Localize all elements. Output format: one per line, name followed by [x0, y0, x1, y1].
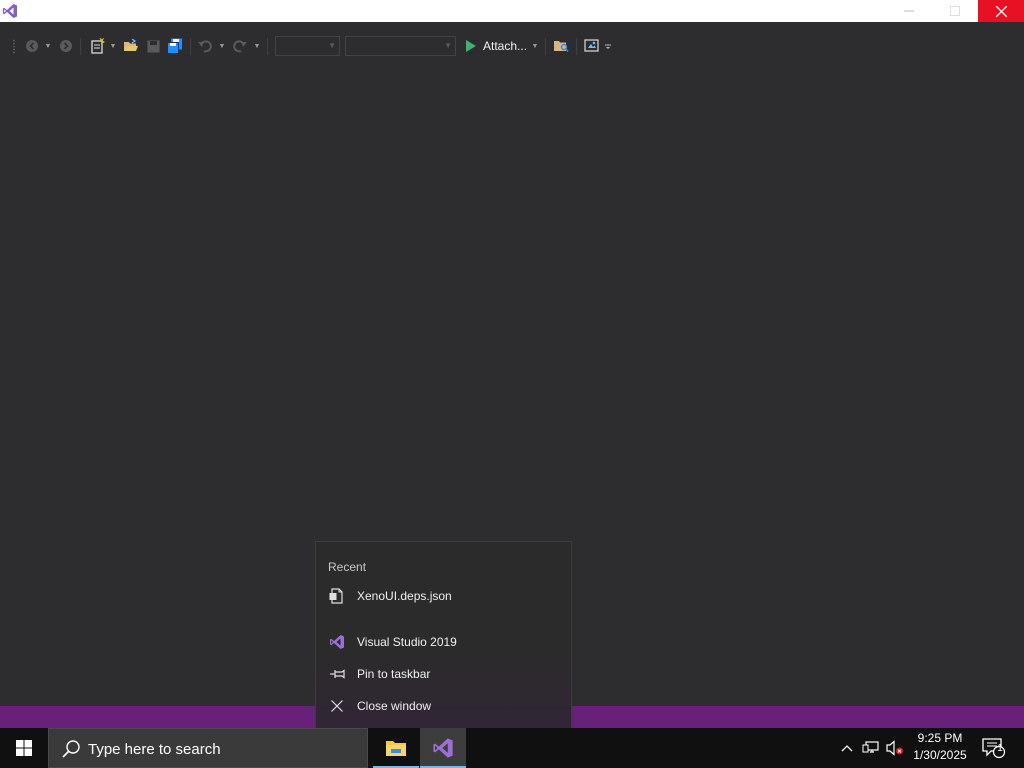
toolbar-overflow-button[interactable]	[603, 34, 613, 58]
close-icon	[995, 5, 1007, 17]
back-icon	[26, 40, 38, 52]
play-icon	[466, 40, 476, 52]
undo-dropdown[interactable]: ▼	[217, 34, 227, 58]
forward-button[interactable]	[57, 34, 75, 58]
chevron-up-icon	[841, 745, 853, 752]
close-button[interactable]	[978, 0, 1024, 22]
toolbar-grip[interactable]	[12, 39, 16, 54]
back-dropdown[interactable]: ▼	[43, 34, 53, 58]
visual-studio-icon	[328, 634, 346, 650]
attach-label[interactable]: Attach...	[483, 39, 527, 53]
new-project-icon	[91, 38, 105, 54]
redo-dropdown[interactable]: ▼	[252, 34, 262, 58]
back-button[interactable]	[23, 34, 41, 58]
task-label: Close window	[357, 699, 432, 713]
show-hidden-icons-button[interactable]	[838, 728, 856, 768]
toolbar-separator	[190, 38, 191, 55]
recent-item[interactable]: XenoUI.deps.json	[316, 581, 571, 611]
volume-muted-icon	[886, 740, 903, 756]
recent-header: Recent	[328, 560, 367, 574]
pin-icon	[328, 666, 346, 682]
minimize-icon	[904, 10, 914, 12]
attach-dropdown[interactable]: ▼	[530, 34, 540, 58]
volume-button[interactable]	[885, 728, 905, 768]
task-label: Pin to taskbar	[357, 667, 431, 681]
start-button[interactable]	[0, 728, 48, 768]
network-button[interactable]	[861, 728, 881, 768]
toolbar-separator	[545, 38, 546, 55]
file-explorer-icon	[386, 741, 406, 756]
redo-button[interactable]	[231, 34, 249, 58]
screenshot-button[interactable]	[582, 34, 602, 58]
maximize-icon	[950, 6, 960, 16]
undo-icon	[198, 40, 212, 53]
save-icon	[147, 40, 159, 52]
taskbar-app-file-explorer[interactable]	[373, 728, 419, 768]
forward-icon	[60, 40, 72, 52]
new-project-button[interactable]	[87, 34, 107, 58]
find-in-files-button[interactable]	[551, 34, 571, 58]
open-folder-icon	[124, 39, 138, 51]
task-label: Visual Studio 2019	[357, 635, 457, 649]
start-debugging-button[interactable]	[463, 34, 479, 58]
search-placeholder: Type here to search	[88, 741, 221, 758]
clock[interactable]: 9:25 PM 1/30/2025	[905, 730, 975, 764]
clock-date: 1/30/2025	[913, 748, 967, 762]
find-in-files-icon	[554, 41, 569, 52]
save-all-button[interactable]	[165, 34, 185, 58]
minimize-button[interactable]	[886, 0, 932, 22]
chevron-down-icon: ▼	[444, 41, 452, 50]
toolbar-separator	[576, 38, 577, 55]
close-icon	[328, 698, 346, 714]
open-visual-studio-task[interactable]: Visual Studio 2019	[316, 627, 571, 657]
open-button[interactable]	[121, 34, 141, 58]
screenshot-icon	[584, 39, 599, 52]
title-bar	[0, 0, 1024, 22]
search-icon	[62, 740, 80, 758]
network-icon	[862, 741, 879, 753]
toolbar-separator	[267, 38, 268, 55]
action-center-button[interactable]: 1	[980, 728, 1008, 768]
json-file-icon	[328, 588, 346, 604]
undo-button[interactable]	[196, 34, 214, 58]
visual-studio-icon	[433, 738, 453, 758]
notification-count: 1	[997, 743, 1003, 754]
taskbar: Type here to search 9:25 PM 1/30/2025 1	[0, 728, 1024, 768]
toolbar-separator	[80, 38, 81, 55]
close-window-task[interactable]: Close window	[316, 691, 571, 721]
pin-to-taskbar-task[interactable]: Pin to taskbar	[316, 659, 571, 689]
taskbar-app-visual-studio[interactable]	[420, 728, 466, 768]
solution-configuration-combo[interactable]: ▼	[275, 36, 340, 56]
recent-item-label: XenoUI.deps.json	[357, 589, 452, 603]
standard-toolbar: ▼ ▼ ▼ ▼ ▼ ▼ Attach... ▼	[0, 34, 1024, 58]
maximize-button[interactable]	[932, 0, 978, 22]
taskbar-jump-list: Recent XenoUI.deps.json Visual Studio 20…	[315, 541, 572, 728]
chevron-down-icon: ▼	[328, 41, 336, 50]
visual-studio-icon[interactable]	[2, 3, 18, 19]
solution-platform-combo[interactable]: ▼	[345, 36, 456, 56]
chevron-down-icon	[605, 44, 611, 49]
save-all-icon	[167, 38, 182, 54]
clock-time: 9:25 PM	[917, 731, 963, 745]
search-box[interactable]: Type here to search	[48, 728, 368, 768]
save-button[interactable]	[144, 34, 162, 58]
windows-icon	[16, 740, 32, 756]
new-project-dropdown[interactable]: ▼	[108, 34, 118, 58]
redo-icon	[233, 40, 247, 53]
